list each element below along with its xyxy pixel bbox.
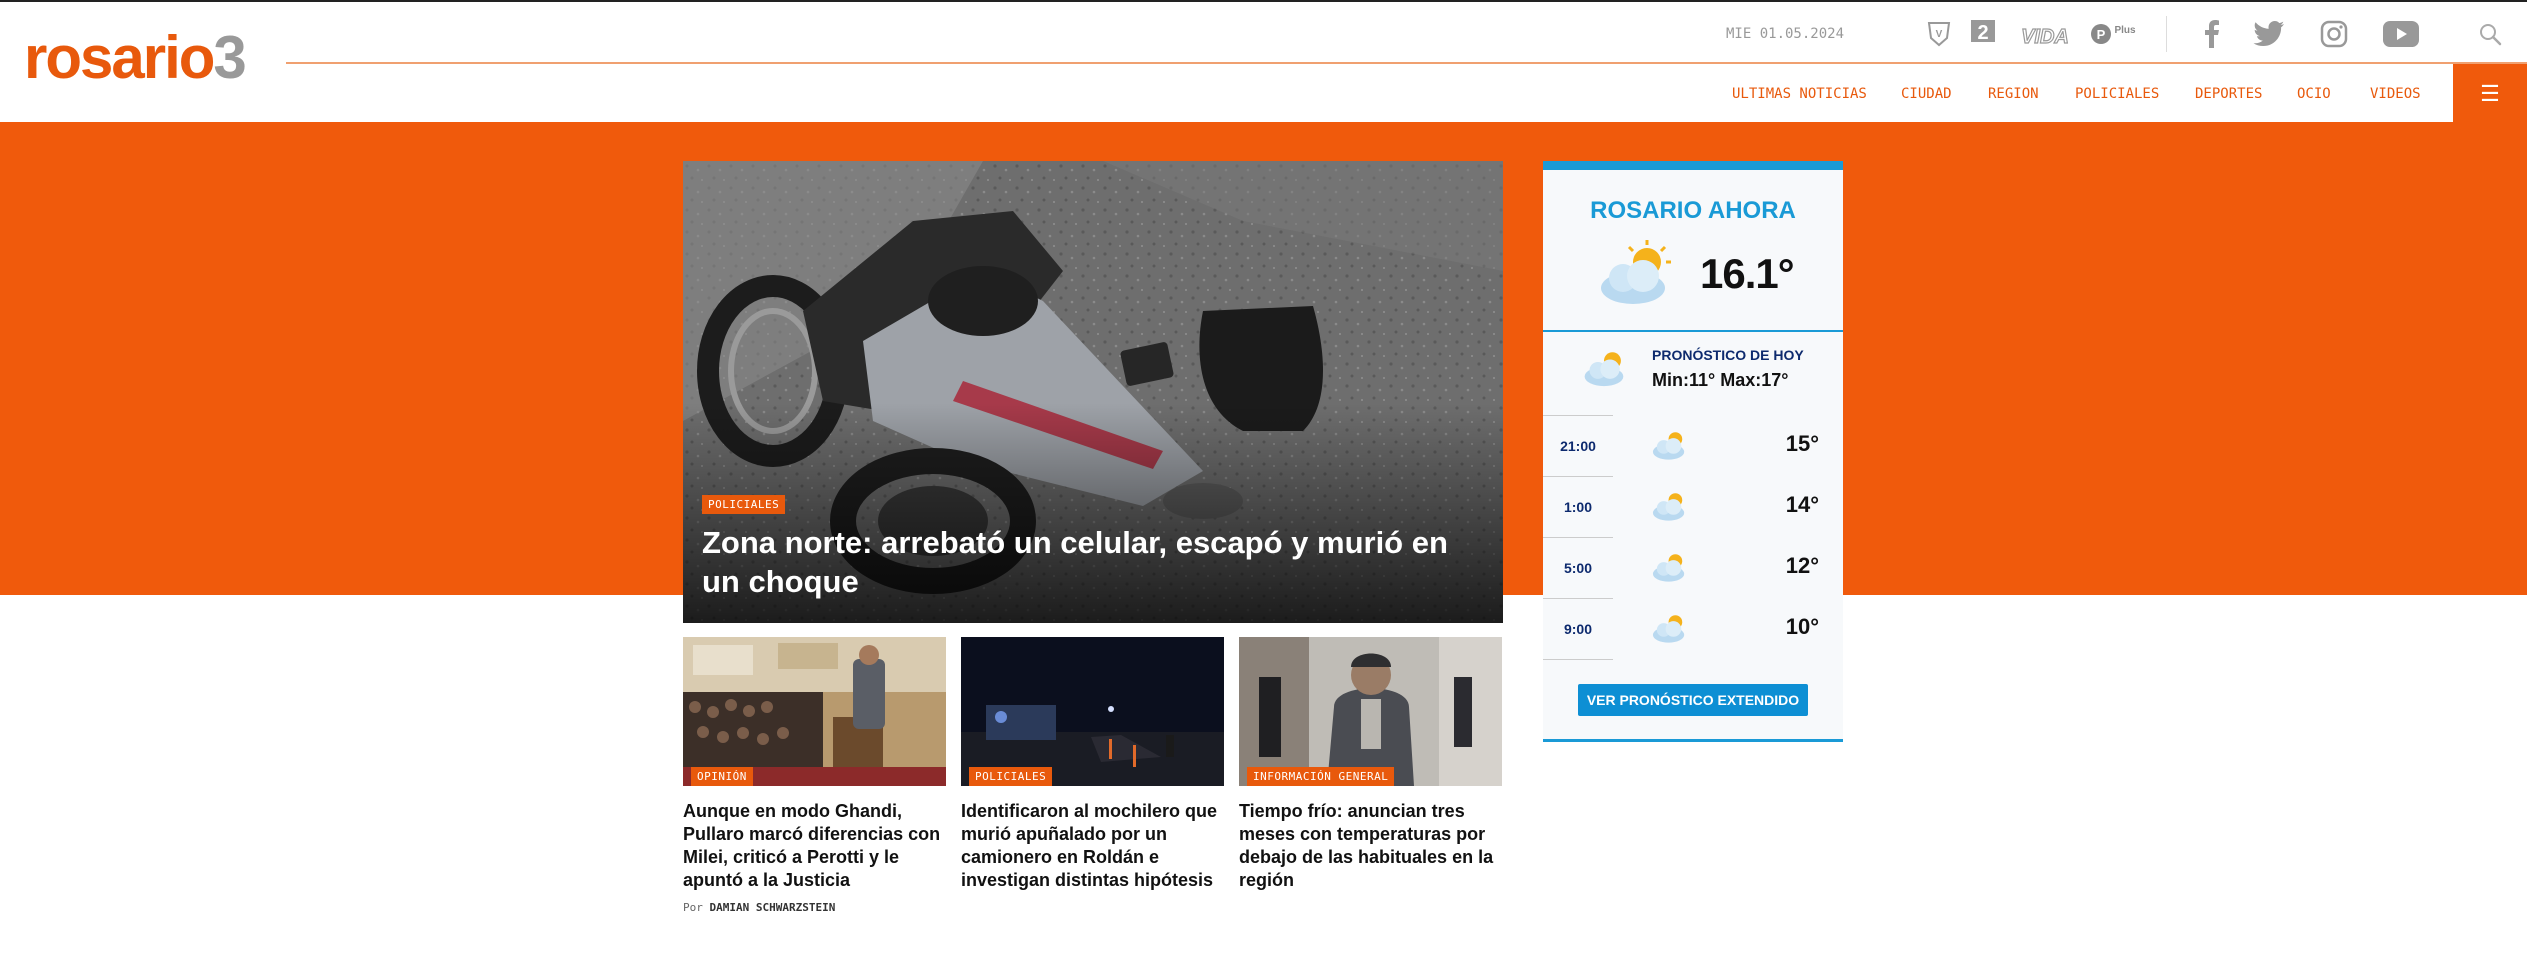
weather-divider: [1543, 330, 1843, 332]
search-icon[interactable]: [2470, 16, 2510, 52]
weather-bottom-rule: [1543, 739, 1843, 742]
header-divider-line: [286, 62, 2527, 64]
logo-text: rosario: [24, 24, 215, 91]
hourly-forecast-row: 21:00 15°: [1543, 415, 1843, 475]
forecast-hour: 21:00: [1543, 415, 1613, 475]
forecast-hour: 1:00: [1543, 476, 1613, 536]
article-category-tag[interactable]: POLICIALES: [969, 767, 1053, 786]
forecast-divider: [1543, 659, 1613, 660]
forecast-temp: 12°: [1785, 553, 1819, 578]
header-separator: [2166, 16, 2167, 52]
byline-prefix: Por: [683, 901, 703, 914]
hero-category-tag[interactable]: POLICIALES: [702, 495, 786, 514]
article-byline: Por DAMIAN SCHWARZSTEIN: [683, 901, 946, 914]
article-card[interactable]: INFORMACIÓN GENERAL Tiempo frío: anuncia…: [1239, 637, 1502, 892]
svg-text:V: V: [1936, 29, 1943, 40]
extended-forecast-button[interactable]: VER PRONÓSTICO EXTENDIDO: [1578, 684, 1808, 716]
svg-text:Plus: Plus: [2114, 25, 2136, 36]
current-date: MIE 01.05.2024: [1726, 26, 1845, 42]
twitter-icon[interactable]: [2249, 16, 2289, 52]
current-temperature: 16.1°: [1700, 250, 1795, 297]
article-category-tag[interactable]: OPINIÓN: [691, 767, 753, 786]
partly-cloudy-icon: [1584, 352, 1624, 387]
nav-ultimas-noticias[interactable]: ULTIMAS NOTICIAS: [1732, 86, 1867, 102]
article-image[interactable]: INFORMACIÓN GENERAL: [1239, 637, 1502, 786]
article-card[interactable]: OPINIÓN Aunque en modo Ghandi, Pullaro m…: [683, 637, 946, 914]
svg-text:2: 2: [1977, 22, 1988, 44]
hourly-forecast-row: 5:00 12°: [1543, 537, 1843, 597]
nav-ocio[interactable]: OCIO: [2297, 86, 2331, 102]
article-headline[interactable]: Tiempo frío: anuncian tres meses con tem…: [1239, 800, 1502, 892]
svg-text:VIDA: VIDA: [2021, 26, 2069, 48]
partly-cloudy-icon: [1601, 240, 1671, 304]
vida-fm-logo-icon: VIDA: [2021, 25, 2070, 48]
partly-cloudy-icon: [1652, 432, 1685, 460]
nav-videos[interactable]: VIDEOS: [2370, 86, 2421, 102]
forecast-hour: 5:00: [1543, 537, 1613, 597]
site-logo[interactable]: rosario3: [24, 28, 247, 88]
nav-policiales[interactable]: POLICIALES: [2075, 86, 2159, 102]
byline-author[interactable]: DAMIAN SCHWARZSTEIN: [710, 901, 836, 914]
brand-logo-1[interactable]: V: [1925, 18, 1953, 50]
article-headline[interactable]: Identificaron al mochilero que murió apu…: [961, 800, 1224, 892]
channel-2-logo-icon: 2: [1971, 20, 1995, 44]
nav-ciudad[interactable]: CIUDAD: [1901, 86, 1952, 102]
logo-number: 3: [213, 24, 246, 91]
youtube-icon[interactable]: [2379, 16, 2423, 52]
facebook-icon[interactable]: [2192, 16, 2232, 52]
partly-cloudy-icon: [1652, 493, 1685, 521]
brand-logo-vida[interactable]: VIDA: [2016, 18, 2074, 50]
forecast-minmax: Min:11° Max:17°: [1652, 370, 1789, 390]
forecast-hour: 9:00: [1543, 598, 1613, 658]
article-headline[interactable]: Aunque en modo Ghandi, Pullaro marcó dif…: [683, 800, 946, 892]
nav-region[interactable]: REGION: [1988, 86, 2039, 102]
menu-icon[interactable]: ☰: [2453, 64, 2527, 124]
hero-article[interactable]: POLICIALES Zona norte: arrebató un celul…: [683, 161, 1503, 623]
forecast-temp: 14°: [1785, 492, 1819, 517]
instagram-icon[interactable]: [2314, 16, 2354, 52]
plus-fm-logo-icon: P Plus: [2091, 24, 2136, 44]
hourly-forecast-row: 1:00 14°: [1543, 476, 1843, 536]
partly-cloudy-icon: [1652, 615, 1685, 643]
forecast-temp: 10°: [1785, 614, 1819, 639]
weather-title[interactable]: ROSARIO AHORA: [1543, 197, 1843, 225]
header: rosario3 MIE 01.05.2024 V 2 VIDA P Plus U…: [0, 0, 2527, 124]
article-category-tag[interactable]: INFORMACIÓN GENERAL: [1247, 767, 1395, 786]
partly-cloudy-icon: [1652, 554, 1685, 582]
forecast-label: PRONÓSTICO DE HOY: [1652, 347, 1804, 363]
hourly-forecast-row: 9:00 10°: [1543, 598, 1843, 658]
svg-text:P: P: [2097, 27, 2106, 42]
nav-deportes[interactable]: DEPORTES: [2195, 86, 2262, 102]
forecast-temp: 15°: [1785, 431, 1819, 456]
brand-logo-plus[interactable]: P Plus: [2090, 18, 2140, 50]
shield-logo-icon: V: [1927, 22, 1951, 47]
article-image[interactable]: POLICIALES: [961, 637, 1224, 786]
brand-logo-2[interactable]: 2: [1970, 18, 1996, 50]
weather-widget: ROSARIO AHORA 16.1° PRONÓSTICO DE HOY Mi…: [1543, 161, 1843, 742]
hero-headline[interactable]: Zona norte: arrebató un celular, escapó …: [702, 523, 1492, 601]
article-image[interactable]: OPINIÓN: [683, 637, 946, 786]
article-card[interactable]: POLICIALES Identificaron al mochilero qu…: [961, 637, 1224, 892]
